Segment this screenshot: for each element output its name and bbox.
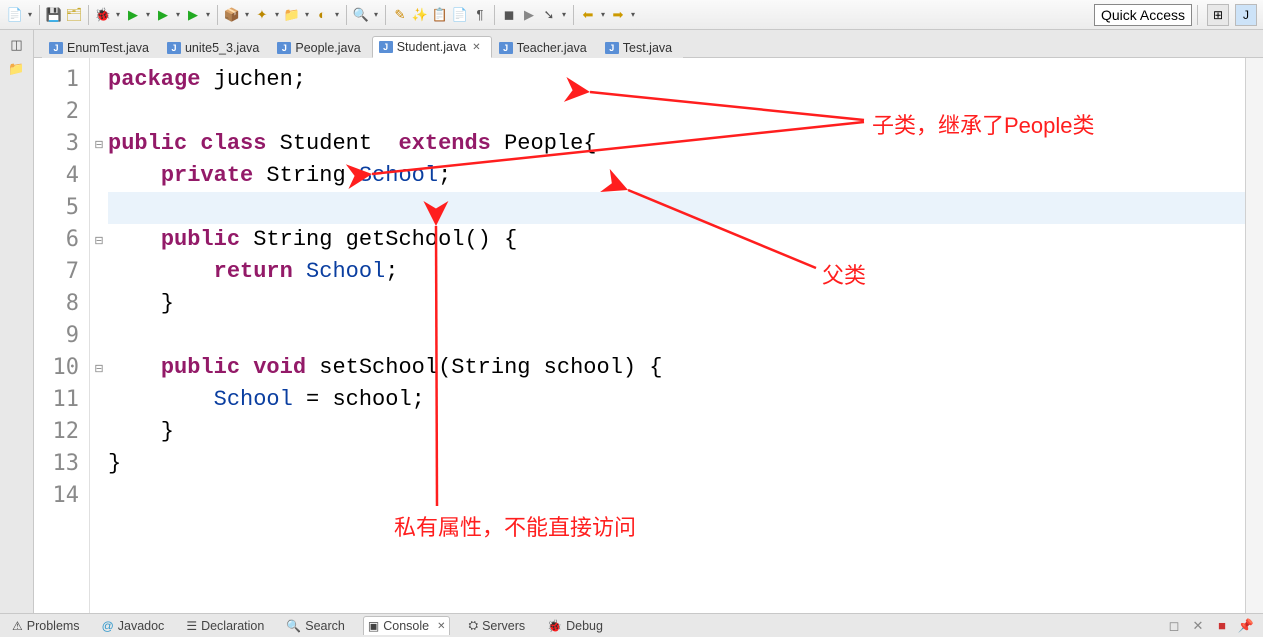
code-editor[interactable]: 1 2 3 4 5 6 7 8 9 10 11 12 13 14 ⊟ ⊟ xyxy=(34,58,1263,613)
view-label: Search xyxy=(305,619,345,633)
console-pin-icon[interactable]: 📌 xyxy=(1237,617,1255,635)
dropdown-icon[interactable]: ▾ xyxy=(372,6,380,24)
cursor-icon[interactable]: ¶ xyxy=(471,6,489,24)
stop-icon[interactable]: ◼ xyxy=(500,6,518,24)
problems-icon: ⚠ xyxy=(12,619,23,633)
close-icon[interactable]: ✕ xyxy=(472,42,480,53)
tab-people[interactable]: JPeople.java xyxy=(270,37,371,58)
run-last-icon[interactable]: ▶ xyxy=(154,6,172,24)
resume-icon[interactable]: ▶ xyxy=(520,6,538,24)
search-icon[interactable]: 🔍 xyxy=(352,6,370,24)
view-debug[interactable]: 🐞 Debug xyxy=(543,617,607,635)
save-all-icon[interactable]: 🗂 xyxy=(65,6,83,24)
new-package-icon[interactable]: 📦 xyxy=(223,6,241,24)
forward-icon[interactable]: ➡ xyxy=(609,6,627,24)
view-label: Console xyxy=(383,619,429,633)
dropdown-icon[interactable]: ▾ xyxy=(174,6,182,24)
dropdown-icon[interactable]: ▾ xyxy=(629,6,637,24)
main-toolbar: 📄▾ 💾 🗂 🐞▾ ▶▾ ▶▾ ▶▾ 📦▾ ✦▾ 📁▾ ◐▾ 🔍▾ ✎ ✨ 📋 … xyxy=(0,0,1263,30)
console-stop-icon[interactable]: ■ xyxy=(1213,617,1231,635)
view-label: Servers xyxy=(482,619,525,633)
tab-label: People.java xyxy=(295,41,360,55)
overview-ruler[interactable] xyxy=(1245,58,1263,613)
tab-label: unite5_3.java xyxy=(185,41,259,55)
coverage-icon[interactable]: ▶ xyxy=(184,6,202,24)
console-clear-icon[interactable]: ◻ xyxy=(1165,617,1183,635)
dropdown-icon[interactable]: ▾ xyxy=(204,6,212,24)
view-servers[interactable]: ⛭ Servers xyxy=(464,616,529,635)
view-label: Declaration xyxy=(201,619,264,633)
view-label: Problems xyxy=(27,619,80,633)
edit-icon[interactable]: ✎ xyxy=(391,6,409,24)
step-icon[interactable]: ➘ xyxy=(540,6,558,24)
declaration-icon: ☰ xyxy=(186,619,197,633)
view-problems[interactable]: ⚠ Problems xyxy=(8,617,84,635)
console-icon: ▣ xyxy=(368,619,379,633)
dropdown-icon[interactable]: ▾ xyxy=(599,6,607,24)
wand-icon[interactable]: ✨ xyxy=(411,6,429,24)
save-icon[interactable]: 💾 xyxy=(45,6,63,24)
bottom-view-tabs: ⚠Problems @Javadoc ☰Declaration 🔍Search … xyxy=(0,613,1263,637)
view-search[interactable]: 🔍 Search xyxy=(282,617,349,635)
tab-teacher[interactable]: JTeacher.java xyxy=(492,37,598,58)
tab-label: EnumTest.java xyxy=(67,41,149,55)
tab-label: Student.java xyxy=(397,40,467,54)
dropdown-icon[interactable]: ▾ xyxy=(243,6,251,24)
java-perspective-button[interactable]: J xyxy=(1235,4,1257,26)
outline-icon[interactable]: ◫ xyxy=(8,36,26,54)
tab-label: Teacher.java xyxy=(517,41,587,55)
perspective-button[interactable]: ⊞ xyxy=(1207,4,1229,26)
close-icon[interactable]: ✕ xyxy=(437,621,445,632)
left-trim: ◫ 📁 xyxy=(0,30,34,613)
package-explorer-icon[interactable]: 📁 xyxy=(8,60,26,78)
javadoc-icon: @ xyxy=(102,619,114,633)
run-icon[interactable]: ▶ xyxy=(124,6,142,24)
dropdown-icon[interactable]: ▾ xyxy=(273,6,281,24)
debug-icon[interactable]: 🐞 xyxy=(94,6,112,24)
new-icon[interactable]: 📄 xyxy=(6,6,24,24)
search-icon: 🔍 xyxy=(286,619,301,633)
editor-tabs: JEnumTest.java Junite5_3.java JPeople.ja… xyxy=(34,30,1263,58)
console-remove-icon[interactable]: ✕ xyxy=(1189,617,1207,635)
quick-access[interactable]: Quick Access xyxy=(1094,4,1192,26)
tab-test[interactable]: JTest.java xyxy=(598,37,683,58)
view-label: Debug xyxy=(566,619,603,633)
new-interface-icon[interactable]: ◐ xyxy=(313,6,331,24)
new-class-icon[interactable]: ✦ xyxy=(253,6,271,24)
tab-unite5[interactable]: Junite5_3.java xyxy=(160,37,270,58)
debug-icon: 🐞 xyxy=(547,619,562,633)
fold-gutter: ⊟ ⊟ ⊟ xyxy=(90,58,108,613)
code-content[interactable]: package juchen; public class Student ext… xyxy=(108,58,1245,613)
view-javadoc[interactable]: @ Javadoc xyxy=(98,617,169,635)
dropdown-icon[interactable]: ▾ xyxy=(303,6,311,24)
servers-icon: ⛭ xyxy=(468,618,478,633)
dropdown-icon[interactable]: ▾ xyxy=(560,6,568,24)
line-number-gutter: 1 2 3 4 5 6 7 8 9 10 11 12 13 14 xyxy=(34,58,90,613)
fold-icon[interactable]: ⊟ xyxy=(90,224,108,256)
dropdown-icon[interactable]: ▾ xyxy=(144,6,152,24)
tab-enumtest[interactable]: JEnumTest.java xyxy=(42,37,160,58)
dropdown-icon[interactable]: ▾ xyxy=(333,6,341,24)
tab-student[interactable]: JStudent.java✕ xyxy=(372,36,492,58)
view-declaration[interactable]: ☰ Declaration xyxy=(182,617,268,635)
dropdown-icon[interactable]: ▾ xyxy=(114,6,122,24)
copy-icon[interactable]: 📋 xyxy=(431,6,449,24)
fold-icon[interactable]: ⊟ xyxy=(90,352,108,384)
new-folder-icon[interactable]: 📁 xyxy=(283,6,301,24)
tab-label: Test.java xyxy=(623,41,672,55)
paste-icon[interactable]: 📄 xyxy=(451,6,469,24)
dropdown-icon[interactable]: ▾ xyxy=(26,6,34,24)
fold-icon[interactable]: ⊟ xyxy=(90,128,108,160)
back-icon[interactable]: ⬅ xyxy=(579,6,597,24)
view-console[interactable]: ▣ Console ✕ xyxy=(363,616,451,635)
view-label: Javadoc xyxy=(118,619,165,633)
